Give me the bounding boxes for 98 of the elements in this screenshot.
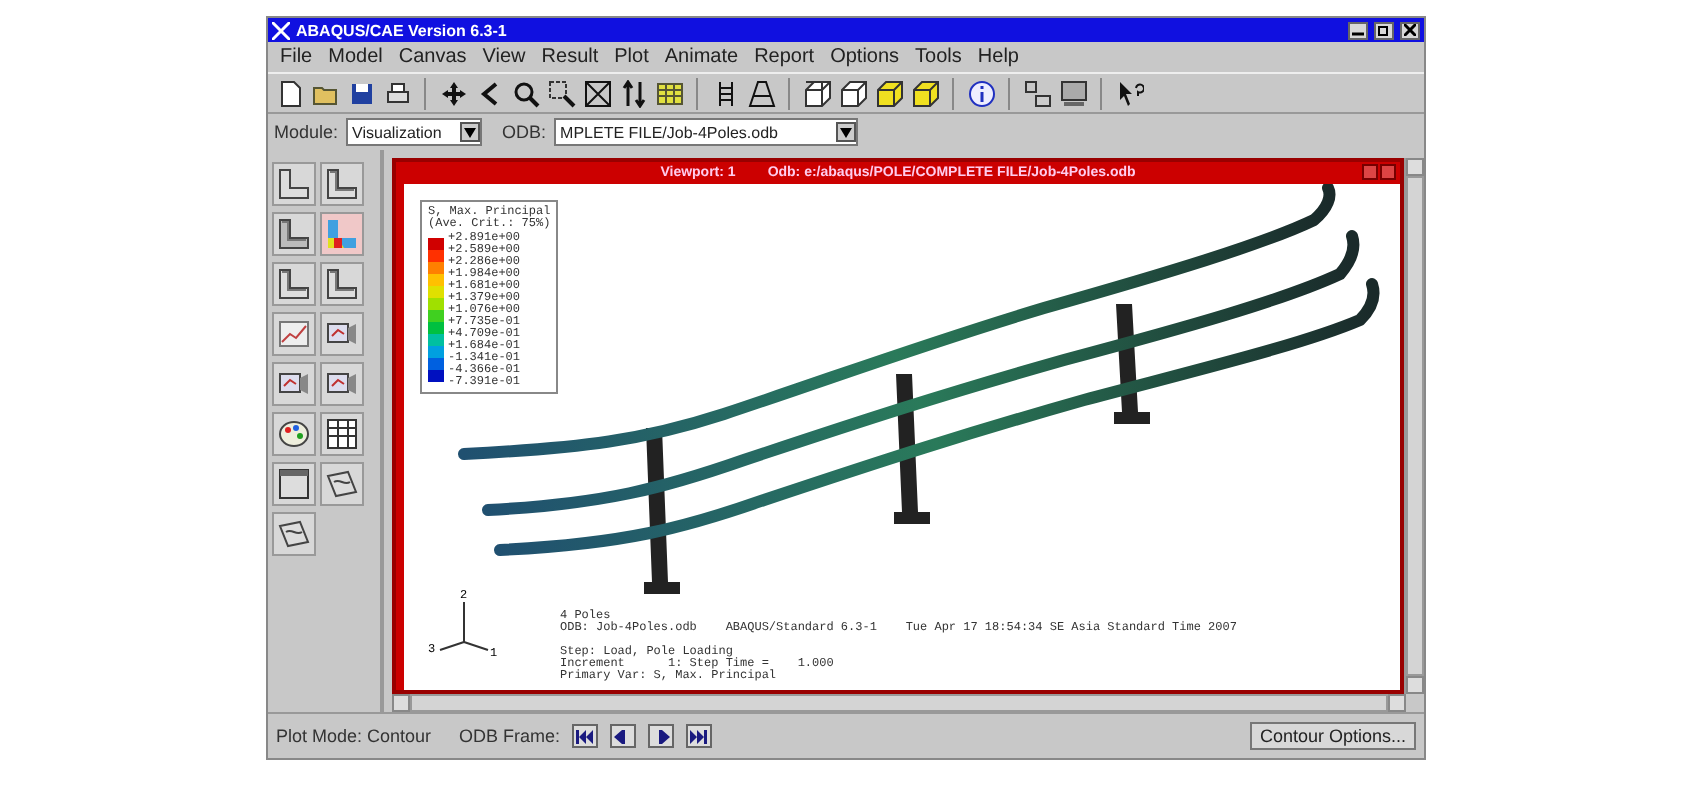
table-icon [655, 79, 683, 107]
zoom-icon [511, 79, 539, 107]
toolbox-button[interactable] [272, 162, 316, 206]
scroll-up-button[interactable] [1406, 158, 1424, 176]
toolbar-button[interactable] [908, 76, 942, 110]
minimize-button[interactable] [1348, 21, 1368, 39]
info-icon [967, 79, 995, 107]
toolbox-button[interactable] [320, 462, 364, 506]
l-shape-icon [276, 216, 312, 252]
frame-button[interactable] [686, 724, 713, 748]
toolbox-button[interactable] [320, 362, 364, 406]
odb-dropdown[interactable]: MPLETE FILE/Job-4Poles.odb [554, 118, 859, 146]
l-shape-icon [324, 166, 360, 202]
caret-icon [464, 127, 477, 137]
arrows-icon [619, 79, 647, 107]
dropdown-button[interactable] [836, 122, 857, 142]
toolbar-button[interactable] [744, 76, 778, 110]
palette-icon [276, 416, 312, 452]
close-icon [1404, 24, 1416, 36]
menu-item[interactable]: Model [324, 46, 395, 68]
maximize-button[interactable] [1374, 21, 1394, 39]
l-shape-icon [276, 266, 312, 302]
toolbox-button[interactable] [272, 412, 316, 456]
skip-forward-icon [690, 729, 709, 743]
menu-item[interactable]: Plot [610, 46, 661, 68]
vertical-scrollbar[interactable] [1404, 158, 1424, 694]
graph-icon [276, 316, 312, 352]
toolbox-button[interactable] [272, 262, 316, 306]
toolbar-button[interactable] [580, 76, 614, 110]
toolbox-button[interactable] [320, 162, 364, 206]
help-icon [1115, 79, 1143, 107]
toolbar-button[interactable] [544, 76, 578, 110]
frame-button[interactable] [648, 724, 675, 748]
toolbar-button[interactable] [800, 76, 834, 110]
menu-item[interactable]: View [478, 46, 538, 68]
menu-item[interactable]: Options [826, 46, 912, 68]
surface-icon [276, 516, 312, 552]
menu-item[interactable]: Animate [660, 46, 751, 68]
axis-triad-icon [439, 601, 489, 651]
l-shape-icon [276, 166, 312, 202]
menu-item[interactable]: Canvas [394, 46, 479, 68]
pan-icon [439, 79, 467, 107]
scroll-left-button[interactable] [392, 694, 410, 712]
menu-item[interactable]: Result [537, 46, 611, 68]
scroll-down-button[interactable] [1406, 676, 1424, 694]
frame-button[interactable] [610, 724, 637, 748]
toolbox-button[interactable] [320, 412, 364, 456]
shaded-icon [911, 79, 939, 107]
wire-icon [803, 79, 831, 107]
monitor-icon [1059, 79, 1087, 107]
x-logo-icon [272, 21, 290, 39]
hidden-icon [839, 79, 867, 107]
module-dropdown[interactable]: Visualization [346, 118, 483, 146]
window-title: ABAQUS/CAE Version 6.3-1 [296, 21, 509, 39]
menu-item[interactable]: Tools [911, 46, 974, 68]
toolbox-button[interactable] [320, 312, 364, 356]
odb-frame-label: ODB Frame: [459, 726, 561, 746]
boxzoom-icon [547, 79, 575, 107]
l-shape-icon [324, 266, 360, 302]
module-label: Module: [274, 122, 339, 142]
viewport-close-button[interactable] [1380, 164, 1396, 180]
rotate-icon [475, 79, 503, 107]
scroll-right-button[interactable] [1388, 694, 1406, 712]
table-icon [324, 416, 360, 452]
layout-icon [1023, 79, 1051, 107]
caret-icon [840, 127, 853, 137]
new-icon [275, 79, 303, 107]
viewport-minimize-button[interactable] [1362, 164, 1378, 180]
window-icon [276, 466, 312, 502]
menu-item[interactable]: File [276, 46, 325, 68]
contour-options-button[interactable]: Contour Options... [1249, 722, 1416, 750]
restore-icon [1378, 24, 1390, 36]
perspective-icon [747, 79, 775, 107]
menu-item[interactable]: Help [973, 46, 1031, 68]
toolbar-button[interactable] [872, 76, 906, 110]
toolbar-button[interactable] [964, 76, 998, 110]
toolbox-button[interactable] [272, 362, 316, 406]
menu-item[interactable]: Report [750, 46, 827, 68]
surface-icon [324, 466, 360, 502]
close-button[interactable] [1400, 21, 1420, 39]
toolbar-button[interactable] [836, 76, 870, 110]
toolbox-button[interactable] [272, 462, 316, 506]
filled-icon [875, 79, 903, 107]
horizontal-scrollbar[interactable] [392, 694, 1406, 712]
skip-back-icon [576, 729, 595, 743]
contour-plot-icon [324, 216, 360, 252]
frame-button[interactable] [572, 724, 599, 748]
odb-label: ODB: [502, 122, 547, 142]
toolbox-button[interactable] [320, 262, 364, 306]
fit-icon [583, 79, 611, 107]
save-icon [347, 79, 375, 107]
print-icon [383, 79, 411, 107]
dropdown-button[interactable] [460, 122, 481, 142]
toolbar-button[interactable] [1020, 76, 1054, 110]
toolbar-button[interactable] [1056, 76, 1090, 110]
toolbox-button[interactable] [272, 212, 316, 256]
plot-mode-label: Plot Mode: Contour [276, 726, 432, 746]
toolbox-button[interactable] [272, 512, 316, 556]
